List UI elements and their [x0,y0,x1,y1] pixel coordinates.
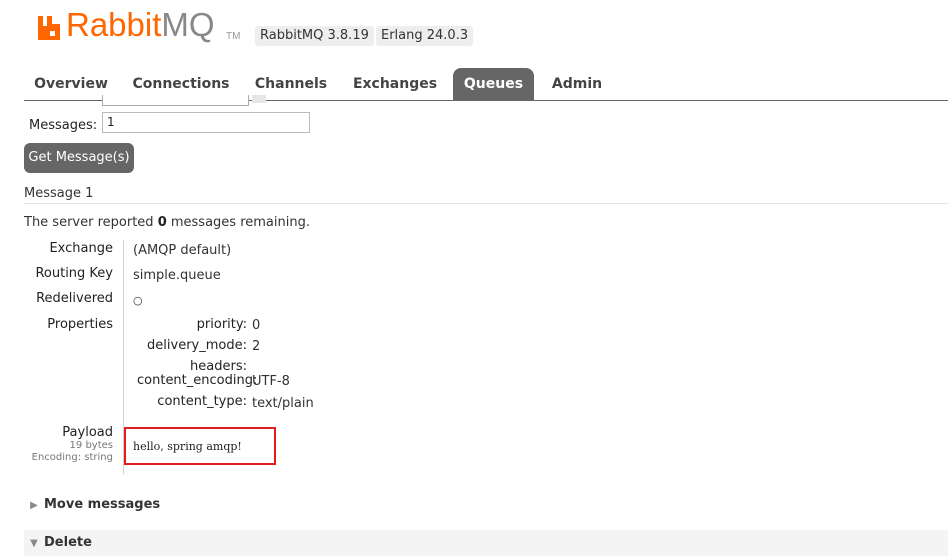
logo-trademark: TM [226,31,241,42]
version-badge: RabbitMQ 3.8.19 [255,26,374,46]
property-key-content-encoding: content_encoding: [137,373,258,388]
ack-mode-dropdown-button[interactable] [252,95,266,103]
routing-key-value: simple.queue [133,268,221,283]
move-messages-label: Move messages [44,497,161,512]
get-messages-button[interactable]: Get Message(s) [24,143,134,173]
delete-section[interactable]: ▼ Delete [24,530,948,556]
move-messages-section[interactable]: ▶ Move messages [24,492,948,518]
property-value-content-type: text/plain [252,396,314,411]
redelivered-value: ○ [133,294,143,307]
delete-label: Delete [44,535,92,550]
payload-label: Payload [62,425,113,440]
properties-label: Properties [47,317,113,332]
payload-encoding: Encoding: string [31,452,113,463]
tab-queues[interactable]: Queues [453,68,534,100]
messages-count-input[interactable]: 1 [102,112,310,133]
messages-label: Messages: [29,118,98,133]
rabbitmq-logo-icon [38,16,60,40]
property-value-content-encoding: UTF-8 [252,374,290,389]
property-key-priority: priority: [196,317,247,332]
property-key-content-type: content_type: [157,394,247,409]
routing-key-label: Routing Key [35,266,113,281]
exchange-value: (AMQP default) [133,243,232,258]
property-key-headers: headers: [190,359,247,374]
redelivered-label: Redelivered [36,291,113,306]
tab-admin[interactable]: Admin [542,68,612,100]
payload-size: 19 bytes [69,440,113,451]
tab-exchanges[interactable]: Exchanges [346,68,444,100]
property-value-delivery-mode: 2 [252,339,261,354]
property-value-priority: 0 [252,318,261,333]
expand-down-icon: ▼ [30,538,38,549]
ack-mode-select[interactable] [102,95,249,106]
message-section-title: Message 1 [24,186,94,201]
exchange-label: Exchange [49,241,113,256]
server-report: The server reported 0 messages remaining… [24,215,310,230]
erlang-badge: Erlang 24.0.3 [376,26,474,46]
expand-right-icon: ▶ [30,500,38,511]
remaining-count: 0 [157,215,167,230]
payload-value: hello, spring amqp! [133,440,242,453]
property-key-delivery-mode: delivery_mode: [147,338,247,353]
section-divider [24,203,948,204]
logo-text: RabbitMQ [66,6,215,43]
